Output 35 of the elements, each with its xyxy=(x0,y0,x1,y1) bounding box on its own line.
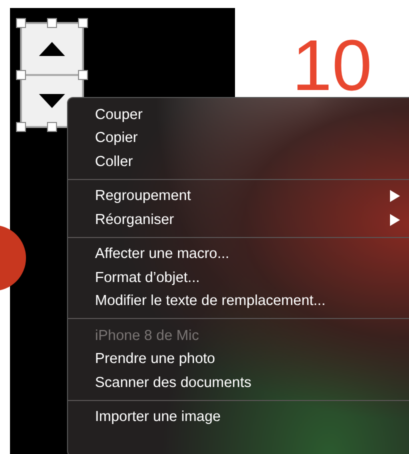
menu-item-label: Modifier le texte de remplacement... xyxy=(95,293,326,310)
resize-handle[interactable] xyxy=(78,70,88,80)
resize-handle[interactable] xyxy=(47,122,57,132)
menu-item-label: Prendre une photo xyxy=(95,351,216,368)
submenu-arrow-icon xyxy=(390,214,400,226)
up-triangle-icon xyxy=(39,42,65,56)
menu-item-label: Importer une image xyxy=(95,409,221,426)
menu-item-label: Réorganiser xyxy=(95,212,174,228)
down-triangle-icon xyxy=(39,94,65,108)
menu-item-label: Format d’objet... xyxy=(95,270,200,286)
menu-item[interactable]: Regroupement xyxy=(68,184,409,208)
menu-item-label: Coller xyxy=(95,154,133,170)
menu-item[interactable]: Scanner des documents xyxy=(68,371,409,394)
menu-item-label: Couper xyxy=(95,106,143,123)
submenu-arrow-icon xyxy=(390,190,400,202)
menu-item[interactable]: Format d’objet... xyxy=(68,266,409,290)
slide-number: 10 xyxy=(292,30,372,102)
resize-handle[interactable] xyxy=(47,18,57,28)
resize-handle[interactable] xyxy=(16,122,26,132)
menu-item-label: Scanner des documents xyxy=(95,374,252,391)
resize-handle[interactable] xyxy=(16,18,26,28)
resize-handle[interactable] xyxy=(16,70,26,80)
resize-handle[interactable] xyxy=(78,18,88,28)
menu-item[interactable]: Couper xyxy=(68,103,409,126)
menu-item[interactable]: Copier xyxy=(68,126,409,150)
menu-item-label: Copier xyxy=(95,130,138,146)
menu-item[interactable]: Modifier le texte de remplacement... xyxy=(68,290,409,313)
menu-item[interactable]: Importer une image xyxy=(68,406,409,429)
menu-item[interactable]: Coller xyxy=(68,150,409,174)
menu-item-label: iPhone 8 de Mic xyxy=(95,328,199,344)
menu-item-label: Regroupement xyxy=(95,188,191,204)
menu-item[interactable]: Prendre une photo xyxy=(68,348,409,371)
menu-item[interactable]: Affecter une macro... xyxy=(68,242,409,266)
menu-item-label: Affecter une macro... xyxy=(95,246,230,262)
menu-item[interactable]: Réorganiser xyxy=(68,208,409,232)
